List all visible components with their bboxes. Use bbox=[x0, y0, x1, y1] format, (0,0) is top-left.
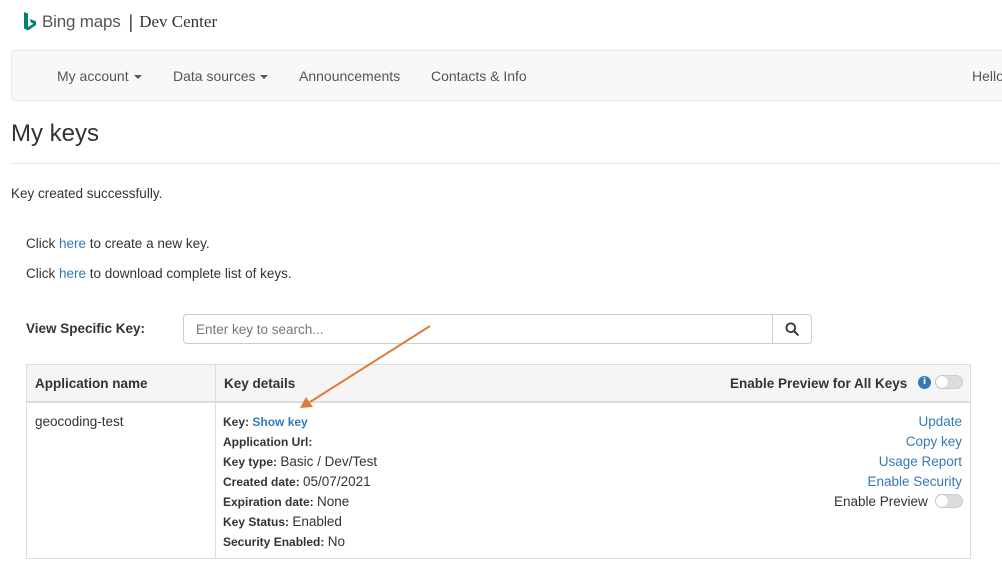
key-type-value: Basic / Dev/Test bbox=[280, 454, 378, 469]
key-label: Key: bbox=[223, 415, 250, 429]
brand-header[interactable]: Bing maps | Dev Center bbox=[22, 9, 217, 35]
caret-down-icon bbox=[260, 75, 269, 80]
search-icon bbox=[785, 322, 799, 336]
header-column-divider bbox=[215, 365, 216, 401]
brand-section: Dev Center bbox=[139, 12, 218, 31]
nav-my-account[interactable]: My account bbox=[57, 51, 142, 101]
download-keys-prefix: Click bbox=[26, 266, 59, 281]
download-keys-suffix: to download complete list of keys. bbox=[86, 266, 292, 281]
create-key-link[interactable]: here bbox=[59, 236, 86, 251]
brand-name: Bing maps bbox=[42, 12, 121, 31]
show-key-link[interactable]: Show key bbox=[252, 415, 307, 429]
expiration-date-label: Expiration date: bbox=[223, 495, 314, 509]
brand-separator: | bbox=[128, 11, 134, 32]
created-date-row: Created date: 05/07/2021 bbox=[223, 474, 371, 489]
security-enabled-value: No bbox=[327, 534, 345, 549]
nav-greeting[interactable]: Hello bbox=[972, 51, 1002, 101]
created-date-label: Created date: bbox=[223, 475, 300, 489]
enable-preview-label: Enable Preview bbox=[834, 494, 928, 509]
key-type-label: Key type: bbox=[223, 455, 278, 469]
bing-logo-icon bbox=[24, 12, 36, 31]
create-key-prefix: Click bbox=[26, 236, 59, 251]
key-status-label: Key Status: bbox=[223, 515, 290, 529]
enable-preview-all-toggle[interactable] bbox=[935, 375, 963, 389]
enable-security-link[interactable]: Enable Security bbox=[867, 474, 962, 489]
key-row: Key: Show key bbox=[223, 415, 308, 429]
header-application-name: Application name bbox=[35, 376, 148, 391]
created-date-value: 05/07/2021 bbox=[303, 474, 371, 489]
title-divider bbox=[11, 163, 999, 164]
top-navbar: My account Data sources Announcements Co… bbox=[11, 50, 1002, 101]
header-enable-preview-all: Enable Preview for All Keys bbox=[730, 376, 908, 391]
usage-report-link[interactable]: Usage Report bbox=[879, 454, 962, 469]
success-message: Key created successfully. bbox=[11, 186, 163, 201]
nav-my-account-label: My account bbox=[57, 68, 129, 84]
key-status-value: Enabled bbox=[292, 514, 342, 529]
page-title: My keys bbox=[11, 120, 100, 147]
nav-data-sources[interactable]: Data sources bbox=[173, 51, 269, 101]
key-status-row: Key Status: Enabled bbox=[223, 514, 342, 529]
view-specific-key-label: View Specific Key: bbox=[26, 321, 146, 336]
nav-contacts-info[interactable]: Contacts & Info bbox=[431, 51, 527, 101]
security-enabled-label: Security Enabled: bbox=[223, 535, 325, 549]
key-type-row: Key type: Basic / Dev/Test bbox=[223, 454, 377, 469]
download-keys-link[interactable]: here bbox=[59, 266, 86, 281]
download-keys-line: Click here to download complete list of … bbox=[26, 266, 292, 281]
expiration-date-row: Expiration date: None bbox=[223, 494, 349, 509]
update-link[interactable]: Update bbox=[918, 414, 962, 429]
application-url-row: Application Url: bbox=[223, 435, 312, 449]
application-name-cell: geocoding-test bbox=[35, 414, 124, 429]
nav-data-sources-label: Data sources bbox=[173, 68, 256, 84]
create-key-suffix: to create a new key. bbox=[86, 236, 210, 251]
application-url-label: Application Url: bbox=[223, 435, 313, 449]
keys-table: Application name Key details Enable Prev… bbox=[26, 364, 971, 559]
enable-preview-toggle[interactable] bbox=[935, 494, 963, 508]
table-header: Application name Key details Enable Prev… bbox=[27, 365, 970, 403]
info-icon[interactable]: i bbox=[918, 376, 931, 389]
search-button[interactable] bbox=[772, 314, 812, 344]
body-column-divider bbox=[215, 403, 216, 559]
copy-key-link[interactable]: Copy key bbox=[906, 434, 962, 449]
expiration-date-value: None bbox=[317, 494, 350, 509]
header-key-details: Key details bbox=[224, 376, 296, 391]
nav-announcements[interactable]: Announcements bbox=[299, 51, 400, 101]
security-enabled-row: Security Enabled: No bbox=[223, 534, 345, 549]
key-search-input[interactable] bbox=[183, 314, 773, 344]
create-key-line: Click here to create a new key. bbox=[26, 236, 210, 251]
caret-down-icon bbox=[133, 75, 142, 80]
